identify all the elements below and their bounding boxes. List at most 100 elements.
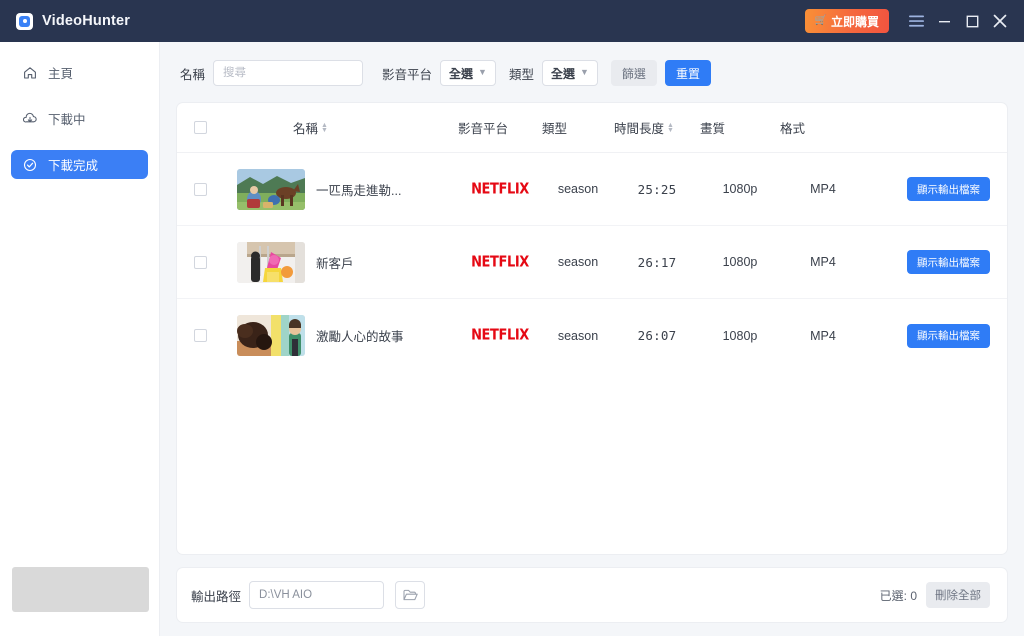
output-path-input[interactable] [249,581,385,609]
buy-now-label: 立即購買 [830,14,879,29]
netflix-logo: NETFLIX [471,180,529,198]
row-name-cell: 新客戶 [223,241,458,283]
search-input[interactable] [213,60,364,86]
row-checkbox[interactable] [193,182,207,196]
row-quality: 1080p [722,255,758,269]
row-actions: 顯示輸出檔案 [866,177,1007,201]
row-name-cell: 一匹馬走進勒... [223,168,458,210]
sort-icon: ▲ ▼ [321,121,328,134]
check-circle-icon [23,158,37,172]
select-all-checkbox[interactable] [193,121,207,134]
row-name-cell: 激勵人心的故事 [223,315,458,356]
row-platform-cell: NETFLIX [458,180,542,198]
table-header-row: 名稱 ▲ ▼ 影音平台 類型 時間長度 ▲ ▼ 畫質 格式 [177,103,1007,153]
selected-count: 已選: 0 [879,588,917,603]
row-format: MP4 [810,328,836,343]
maximize-icon[interactable] [958,6,986,36]
app-title: VideoHunter [42,13,131,29]
bottom-bar: 輸出路徑 已選: 0 刪除全部 [177,568,1007,622]
minimize-icon[interactable] [930,6,958,36]
platform-filter-label: 影音平台 [382,67,433,82]
application-window: VideoHunter 🛒 立即購買 主頁 下載中 下載完成 名稱 搜尋 影音平… [0,0,1024,636]
header-duration: 時間長度 ▲ ▼ [614,118,700,137]
main-content: 名稱 影音平台 全選 ▼ 類型 全選 ▼ 篩選 重置 [160,42,1024,636]
sidebar-item-downloading[interactable]: 下載中 [11,104,148,133]
row-title: 激勵人心的故事 [316,330,404,344]
home-icon [23,66,37,80]
pink-character-thumbnail [237,241,305,283]
select-all-cell [177,121,223,134]
table-row[interactable]: 激勵人心的故事 NETFLIX season 26:07 1080p MP4 顯… [177,299,1007,372]
show-output-file-button[interactable]: 顯示輸出檔案 [907,177,990,201]
close-icon[interactable] [986,6,1014,36]
row-duration: 26:17 [637,254,677,270]
sidebar-item-label: 主頁 [48,67,74,81]
name-filter-label: 名稱 [180,67,206,82]
sidebar-item-label: 下載完成 [48,159,99,173]
row-select-cell [177,255,223,269]
sidebar-item-label: 下載中 [48,113,86,127]
chevron-down-icon: ▼ [580,66,589,77]
header-name-label: 名稱 [293,122,319,136]
row-platform-cell: NETFLIX [458,326,542,345]
row-checkbox[interactable] [193,255,207,269]
type-select[interactable]: 全選 ▼ [541,60,598,86]
row-actions: 顯示輸出檔案 [866,250,1007,274]
netflix-logo: NETFLIX [471,253,529,271]
show-output-file-button[interactable]: 顯示輸出檔案 [907,323,990,348]
table-body[interactable]: 一匹馬走進勒... NETFLIX season 25:25 1080p MP4… [177,153,1007,554]
downloads-table: 名稱 ▲ ▼ 影音平台 類型 時間長度 ▲ ▼ 畫質 格式 一匹馬走進勒... … [177,103,1007,554]
sidebar-item-completed[interactable]: 下載完成 [11,150,148,179]
row-select-cell [177,182,223,196]
row-duration: 25:25 [637,181,677,197]
cart-icon: 🛒 [814,15,827,26]
sidebar: 主頁 下載中 下載完成 [0,42,160,636]
window-controls: 🛒 立即購買 [804,6,1014,36]
sort-icon: ▲ ▼ [667,121,674,134]
filter-button[interactable]: 篩選 [610,60,657,86]
netflix-logo: NETFLIX [471,326,529,345]
table-row[interactable]: 新客戶 NETFLIX season 26:17 1080p MP4 顯示輸出檔… [177,226,1007,299]
row-type: season [557,328,599,343]
platform-select-value: 全選 [449,66,474,81]
row-duration: 26:07 [637,328,677,343]
row-quality: 1080p [722,328,758,343]
output-path-label: 輸出路徑 [191,589,242,604]
header-type: 類型 [542,122,568,136]
header-duration-label: 時間長度 [614,122,665,136]
header-name: 名稱 ▲ ▼ [223,118,458,137]
horse-landscape-thumbnail [237,168,305,210]
body-area: 主頁 下載中 下載完成 名稱 搜尋 影音平台 全選 ▼ 類型 全選 ▼ 篩選 重… [0,42,1024,636]
bottom-bar-right: 已選: 0 刪除全部 [880,582,990,608]
title-bar: VideoHunter 🛒 立即購買 [0,0,1024,42]
header-quality: 畫質 [700,122,726,136]
sidebar-promo-banner [12,567,149,612]
header-platform: 影音平台 [458,122,509,136]
table-row[interactable]: 一匹馬走進勒... NETFLIX season 25:25 1080p MP4… [177,153,1007,226]
type-select-value: 全選 [550,66,575,81]
row-quality: 1080p [722,182,758,196]
platform-select[interactable]: 全選 ▼ [440,60,496,86]
row-format: MP4 [810,182,836,196]
row-title: 新客戶 [316,256,354,271]
filter-bar: 名稱 影音平台 全選 ▼ 類型 全選 ▼ 篩選 重置 [177,58,1007,88]
hamburger-menu-icon[interactable] [902,6,930,36]
buy-now-button[interactable]: 🛒 立即購買 [804,9,889,33]
row-actions: 顯示輸出檔案 [866,323,1007,348]
row-select-cell [177,329,223,342]
row-title: 一匹馬走進勒... [316,183,402,198]
sidebar-item-home[interactable]: 主頁 [11,58,148,87]
row-type: season [557,182,599,196]
chevron-down-icon: ▼ [478,66,487,77]
reset-button[interactable]: 重置 [664,60,711,86]
row-platform-cell: NETFLIX [458,253,542,271]
download-icon [23,112,37,126]
two-people-thumbnail [237,315,305,356]
app-logo-icon [16,12,33,30]
row-checkbox[interactable] [193,329,207,342]
delete-all-button[interactable]: 刪除全部 [926,582,990,608]
folder-open-icon[interactable] [395,581,426,609]
row-type: season [557,255,599,269]
show-output-file-button[interactable]: 顯示輸出檔案 [907,250,990,274]
type-filter-label: 類型 [508,67,534,82]
